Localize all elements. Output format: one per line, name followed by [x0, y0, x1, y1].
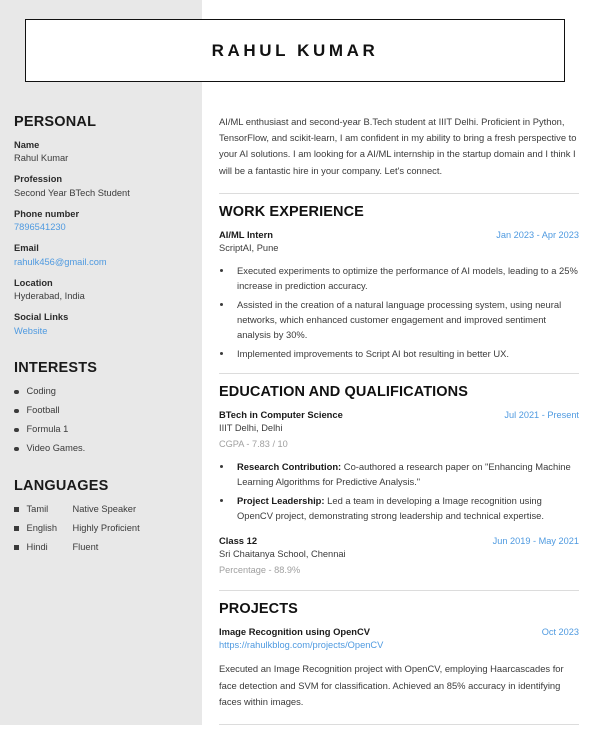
personal-field-link[interactable]: Website — [14, 325, 188, 339]
language-level: Native Speaker — [72, 503, 137, 514]
personal-section-title: PERSONAL — [14, 114, 97, 130]
project-entry: Image Recognition using OpenCV Oct 2023 ht… — [219, 626, 579, 710]
language-item: English Highly Proficient — [14, 522, 188, 535]
personal-field-label: Location — [14, 277, 53, 288]
bullet-item: Executed experiments to optimize the per… — [233, 263, 579, 293]
bullet-list: Executed experiments to optimize the per… — [233, 263, 579, 361]
bullet-item: Assisted in the creation of a natural la… — [233, 297, 579, 343]
education-score: CGPA - 7.83 / 10 — [219, 438, 288, 449]
sidebar-section-interests: INTERESTS Coding Football Formula 1 Video G… — [14, 360, 188, 455]
project-entries: Image Recognition using OpenCV Oct 2023 ht… — [219, 626, 579, 710]
education-entry: BTech in Computer Science Jul 2021 - Pres… — [219, 409, 579, 523]
projects-section-title: PROJECTS — [219, 600, 298, 617]
personal-field: Profession Second Year BTech Student — [14, 173, 188, 200]
bottom-divider — [219, 723, 579, 725]
work-role: AI/ML Intern — [219, 228, 273, 240]
education-degree: BTech in Computer Science — [219, 408, 343, 420]
bullet-lead: Research Contribution: — [237, 460, 342, 472]
interest-item: Football — [14, 404, 188, 417]
project-name: Image Recognition using OpenCV — [219, 625, 371, 637]
name-banner: RAHUL KUMAR — [25, 19, 565, 82]
personal-field-link[interactable]: 7896541230 — [14, 221, 188, 235]
personal-field-label: Profession — [14, 174, 63, 185]
sidebar-section-personal: PERSONAL Name Rahul Kumar Profession Second… — [14, 114, 188, 338]
interest-label: Formula 1 — [26, 424, 69, 435]
main-content: AI/ML enthusiast and second-year B.Tech … — [219, 114, 579, 725]
entry-header: Class 12 Jun 2019 - May 2021 — [219, 535, 579, 546]
education-entries: BTech in Computer Science Jul 2021 - Pres… — [219, 409, 579, 578]
personal-field-value: Hyderabad, India — [14, 291, 85, 302]
sidebar: PERSONAL Name Rahul Kumar Profession Second… — [0, 0, 202, 725]
interest-label: Coding — [26, 386, 56, 397]
work-date: Jan 2023 - Apr 2023 — [496, 229, 579, 240]
language-item: Hindi Fluent — [14, 541, 188, 554]
bullet-dot-icon — [14, 408, 19, 414]
personal-field-label: Name — [14, 140, 40, 150]
bullet-lead: Project Leadership: — [237, 494, 325, 506]
work-entries: AI/ML Intern Jan 2023 - Apr 2023 ScriptAI,… — [219, 229, 579, 361]
interests-list: Coding Football Formula 1 Video Games. — [14, 385, 188, 455]
bullet-square-icon — [14, 507, 19, 512]
personal-field: Location Hyderabad, India — [14, 277, 188, 304]
bullet-square-icon — [14, 526, 19, 531]
personal-fields-list: Name Rahul Kumar Profession Second Year BTe… — [14, 139, 188, 338]
education-institution: IIIT Delhi, Delhi — [219, 422, 283, 433]
bullet-item: Research Contribution: Co-authored a res… — [233, 459, 579, 489]
bullet-item: Implemented improvements to Script AI bo… — [233, 346, 579, 361]
bullet-square-icon — [14, 545, 19, 550]
bullet-item: Project Leadership: Led a team in develo… — [233, 493, 579, 523]
project-date: Oct 2023 — [541, 626, 579, 637]
bullet-dot-icon — [14, 427, 19, 433]
resume-page: PERSONAL Name Rahul Kumar Profession Second… — [0, 0, 592, 735]
bullet-dot-icon — [14, 389, 19, 395]
language-level: Fluent — [72, 541, 99, 552]
language-name: Tamil — [26, 503, 49, 514]
personal-field-label: Phone number — [14, 208, 80, 219]
project-url-link[interactable]: https://rahulkblog.com/projects/OpenCV — [219, 638, 579, 653]
personal-field-label: Email — [14, 243, 39, 254]
entry-header: AI/ML Intern Jan 2023 - Apr 2023 — [219, 229, 579, 240]
bullet-dot-icon — [14, 446, 19, 452]
personal-field: Phone number 7896541230 — [14, 208, 188, 235]
personal-field-label: Social Links — [14, 312, 69, 323]
interest-label: Video Games. — [26, 443, 86, 454]
education-date: Jul 2021 - Present — [504, 409, 579, 420]
education-date: Jun 2019 - May 2021 — [492, 536, 579, 546]
interests-section-title: INTERESTS — [14, 360, 98, 377]
entry-header: BTech in Computer Science Jul 2021 - Pres… — [219, 409, 579, 420]
interest-label: Football — [26, 405, 60, 416]
language-name: English — [26, 522, 58, 533]
languages-list: Tamil Native Speaker English Highly Profici… — [14, 503, 188, 554]
section-divider — [219, 372, 579, 374]
work-entry: AI/ML Intern Jan 2023 - Apr 2023 ScriptAI,… — [219, 229, 579, 361]
project-description: Executed an Image Recognition project wi… — [219, 663, 564, 707]
language-level: Highly Proficient — [72, 522, 140, 533]
language-item: Tamil Native Speaker — [14, 503, 188, 516]
personal-field: Name Rahul Kumar — [14, 139, 188, 166]
bullet-list: Research Contribution: Co-authored a res… — [233, 459, 579, 523]
education-institution: Sri Chaitanya School, Chennai — [219, 549, 346, 559]
interest-item: Video Games. — [14, 442, 188, 455]
personal-field: Email rahulk456@gmail.com — [14, 242, 188, 269]
language-name: Hindi — [26, 541, 48, 552]
professional-summary: AI/ML enthusiast and second-year B.Tech … — [219, 116, 577, 176]
education-section-title: EDUCATION AND QUALIFICATIONS — [219, 383, 469, 400]
section-divider — [219, 589, 579, 591]
personal-field-link[interactable]: rahulk456@gmail.com — [14, 256, 188, 270]
personal-field-value: Second Year BTech Student — [14, 187, 130, 198]
page-title: RAHUL KUMAR — [211, 40, 379, 60]
section-divider — [219, 192, 579, 194]
entry-header: Image Recognition using OpenCV Oct 2023 — [219, 626, 579, 637]
education-degree: Class 12 — [219, 535, 258, 546]
languages-section-title: LANGUAGES — [14, 477, 109, 494]
education-entry: Class 12 Jun 2019 - May 2021 Sri Chaitanya… — [219, 535, 579, 578]
education-score: Percentage - 88.9% — [219, 564, 301, 575]
personal-field: Social Links Website — [14, 311, 188, 338]
work-section-title: WORK EXPERIENCE — [219, 203, 364, 220]
work-company: ScriptAI, Pune — [219, 242, 279, 253]
sidebar-section-languages: LANGUAGES Tamil Native Speaker English High… — [14, 478, 188, 554]
interest-item: Coding — [14, 385, 188, 398]
personal-field-value: Rahul Kumar — [14, 153, 69, 164]
interest-item: Formula 1 — [14, 423, 188, 436]
